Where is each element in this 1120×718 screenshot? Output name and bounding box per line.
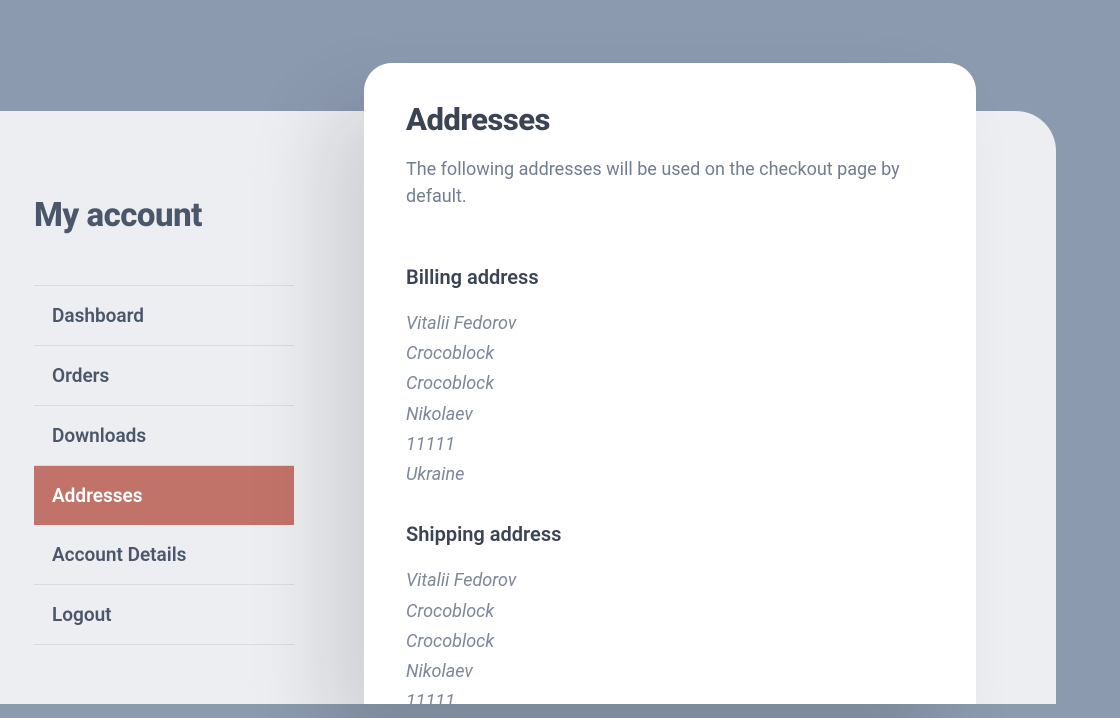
sidebar: My account Dashboard Orders Downloads Ad… [34, 196, 294, 645]
shipping-address-line: Crocoblock [406, 597, 934, 627]
content-title: Addresses [406, 101, 934, 138]
shipping-address-line: Nikolaev [406, 657, 934, 687]
shipping-address-line: Crocoblock [406, 627, 934, 657]
sidebar-item-orders[interactable]: Orders [34, 346, 294, 406]
content-description: The following addresses will be used on … [406, 156, 934, 210]
sidebar-item-account-details[interactable]: Account Details [34, 525, 294, 585]
billing-address-line: Crocoblock [406, 339, 934, 369]
shipping-address-line: 11111 [406, 687, 934, 717]
sidebar-nav: Dashboard Orders Downloads Addresses Acc… [34, 286, 294, 645]
shipping-address-section: Shipping address Vitalii Fedorov Crocobl… [406, 522, 934, 717]
shipping-address-heading: Shipping address [406, 522, 934, 546]
shipping-address-lines: Vitalii Fedorov Crocoblock Crocoblock Ni… [406, 566, 934, 717]
billing-address-section: Billing address Vitalii Fedorov Crocoblo… [406, 265, 934, 490]
billing-address-heading: Billing address [406, 265, 934, 289]
sidebar-title: My account [34, 196, 294, 235]
sidebar-item-dashboard[interactable]: Dashboard [34, 286, 294, 346]
sidebar-item-addresses[interactable]: Addresses [34, 466, 294, 525]
content-card: Addresses The following addresses will b… [364, 63, 976, 704]
billing-address-lines: Vitalii Fedorov Crocoblock Crocoblock Ni… [406, 309, 934, 490]
billing-address-line: Nikolaev [406, 400, 934, 430]
billing-address-line: Crocoblock [406, 369, 934, 399]
shipping-address-line: Vitalii Fedorov [406, 566, 934, 596]
billing-address-line: Vitalii Fedorov [406, 309, 934, 339]
sidebar-item-downloads[interactable]: Downloads [34, 406, 294, 466]
billing-address-line: Ukraine [406, 460, 934, 490]
sidebar-item-logout[interactable]: Logout [34, 585, 294, 645]
billing-address-line: 11111 [406, 430, 934, 460]
